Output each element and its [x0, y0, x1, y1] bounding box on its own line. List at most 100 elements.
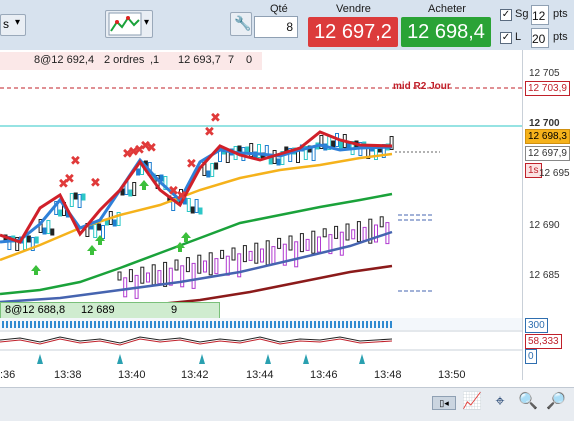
qty-input[interactable]: 8 [254, 16, 298, 38]
volume-bar [50, 321, 52, 328]
position-qty-label: 8@12 688,8 [5, 304, 66, 316]
candle [208, 252, 213, 276]
stop-gain-checkbox[interactable]: ✓ [500, 9, 512, 21]
volume-bar [346, 321, 348, 328]
volume-bar [46, 321, 48, 328]
time-axis[interactable]: :36 13:38 13:40 13:42 13:44 13:46 13:48 … [0, 366, 522, 386]
chart-type-button[interactable]: ▾ [105, 10, 153, 38]
crosshair-icon[interactable]: ⌖ [490, 392, 510, 412]
candle [248, 250, 253, 261]
buy-label: Acheter [428, 3, 466, 15]
sg-input[interactable]: 12 [531, 5, 549, 25]
candle [271, 246, 276, 265]
sell-button[interactable]: 12 697,2 [308, 17, 398, 47]
candle [128, 189, 133, 197]
volume-bar [266, 321, 268, 328]
volume-bar [214, 321, 216, 328]
volume-bar [74, 321, 76, 328]
volume-bar [286, 321, 288, 328]
sell-signal-marker: ✖ [176, 189, 187, 204]
settings-button[interactable]: 🔧 [230, 12, 252, 36]
candle [174, 259, 179, 271]
wrench-icon: 🔧 [234, 15, 252, 31]
candle [34, 236, 39, 244]
volume-bar [158, 321, 160, 328]
candle [93, 224, 98, 238]
candle [128, 269, 133, 283]
candle [305, 238, 310, 251]
volume-bar [282, 321, 284, 328]
candle [214, 258, 219, 275]
instrument-dropdown[interactable]: s ▾ [0, 14, 26, 36]
candle [260, 248, 264, 263]
buy-button[interactable]: 12 698,4 [401, 17, 491, 47]
candle [140, 266, 145, 284]
volume-bar [294, 321, 296, 328]
volume-bar [334, 321, 336, 328]
orders-strip[interactable]: 8@12 692,4 2 ordres ,1 12 693,7 7 0 [0, 52, 262, 70]
sell-signal-marker: ✖ [186, 157, 197, 172]
stop-loss-checkbox[interactable]: ✓ [500, 32, 512, 44]
candle [26, 235, 31, 243]
candle [194, 199, 199, 213]
candle [345, 223, 350, 241]
y-tick: 12 685 [529, 270, 560, 281]
signal-spikes [37, 354, 365, 364]
candle [276, 158, 281, 166]
signal-spike [303, 354, 309, 364]
l-input[interactable]: 20 [531, 28, 549, 48]
orders-count-label[interactable]: 2 ordres [104, 54, 144, 66]
chevron-down-icon: ▾ [15, 17, 21, 28]
volume-bar [106, 321, 108, 328]
candle [288, 235, 293, 251]
volume-bar [102, 321, 104, 328]
candle [220, 249, 225, 259]
x-tick: 13:42 [181, 369, 209, 381]
price-axis[interactable]: 12 705 12 703,9 12 700 12 698,3 12 697,9… [522, 50, 574, 380]
volume-bar [6, 321, 8, 328]
signal-tag: 0 [525, 349, 537, 364]
order-fragment: 0 [246, 54, 253, 66]
pending-order-label[interactable]: 8@12 692,4 [34, 54, 94, 66]
zoom-in-icon[interactable]: 🔎 [546, 392, 566, 412]
candle [225, 255, 230, 276]
oscillator-line [0, 338, 393, 346]
candle [58, 209, 63, 217]
order-price-label[interactable]: 12 693,7 [178, 54, 221, 66]
ma-blue-line [0, 230, 393, 304]
volume-bar [318, 321, 320, 328]
y-tick: 12 705 [529, 68, 560, 79]
zoom-out-icon[interactable]: 🔍 [518, 392, 538, 412]
candle [81, 193, 86, 201]
volume-bar [54, 321, 56, 328]
volume-bar [82, 321, 84, 328]
candle [351, 229, 356, 240]
candle [317, 236, 321, 253]
volume-bar [30, 321, 32, 328]
volume-bar [150, 321, 152, 328]
volume-bar [246, 321, 248, 328]
candle [257, 144, 261, 158]
volume-bar [194, 321, 196, 328]
candle [180, 265, 185, 288]
chart-type-icon[interactable]: 📈 [462, 392, 482, 412]
candle [203, 260, 207, 273]
x-tick: 13:50 [438, 369, 466, 381]
candle [242, 245, 247, 263]
volume-bar [130, 321, 132, 328]
candle [331, 140, 336, 148]
volume-bar [14, 321, 16, 328]
x-tick: 13:38 [54, 369, 82, 381]
r2-level-label: mid R2 Jour [393, 81, 451, 92]
volume-bar [378, 321, 380, 328]
l-label: L [515, 31, 522, 43]
buy-signal-marker [139, 180, 149, 190]
volume-bar [18, 321, 20, 328]
volume-bar [174, 321, 176, 328]
x-tick: :36 [0, 369, 16, 381]
volume-bar [390, 321, 392, 328]
scroll-control[interactable]: ▯◂ [432, 396, 456, 410]
volume-bar [142, 321, 144, 328]
volume-bar [118, 321, 120, 328]
l-unit: pts [553, 31, 568, 43]
